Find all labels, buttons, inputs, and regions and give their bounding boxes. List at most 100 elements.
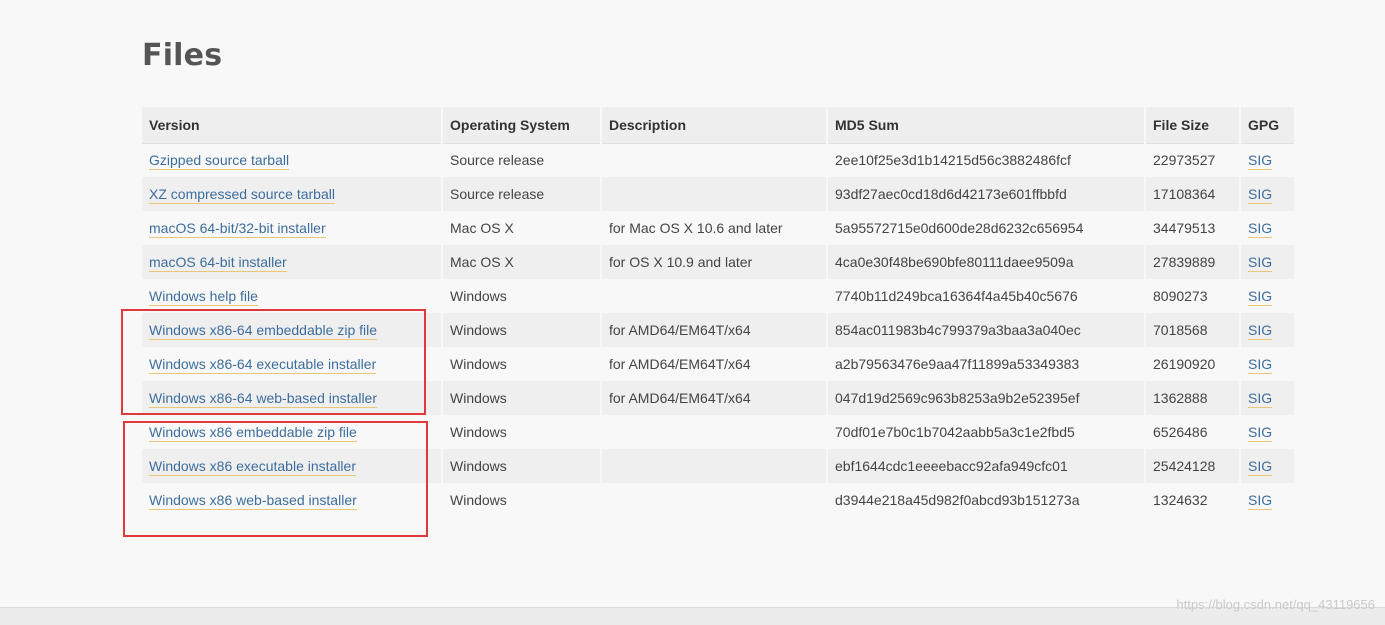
md5-sum-cell: 93df27aec0cd18d6d42173e601ffbbfd — [826, 177, 1145, 211]
table-row: Windows x86 executable installer Windows e… — [142, 449, 1294, 483]
watermark-text: https://blog.csdn.net/qq_43119656 — [1176, 597, 1375, 612]
gpg-cell: SIG — [1239, 279, 1294, 313]
md5-sum-cell: 70df01e7b0c1b7042aabb5a3c1e2fbd5 — [826, 415, 1145, 449]
description-cell: for OS X 10.9 and later — [600, 245, 827, 279]
version-cell: Windows x86 embeddable zip file — [142, 415, 442, 449]
table-row: Windows x86-64 embeddable zip file Window… — [142, 313, 1294, 347]
description-cell — [600, 143, 827, 177]
md5-sum-cell: 5a95572715e0d600de28d6232c656954 — [826, 211, 1145, 245]
gpg-sig-link[interactable]: SIG — [1248, 458, 1273, 476]
table-row: Windows x86 embeddable zip file Windows 70… — [142, 415, 1294, 449]
version-link[interactable]: Windows x86 embeddable zip file — [149, 424, 357, 442]
md5-sum-cell: a2b79563476e9aa47f11899a53349383 — [826, 347, 1145, 381]
file-size-cell: 26190920 — [1144, 347, 1240, 381]
version-link[interactable]: XZ compressed source tarball — [149, 186, 335, 204]
description-cell — [600, 415, 827, 449]
gpg-cell: SIG — [1239, 211, 1294, 245]
file-size-cell: 22973527 — [1144, 143, 1240, 177]
operating-system-cell: Source release — [441, 143, 601, 177]
file-size-cell: 6526486 — [1144, 415, 1240, 449]
file-size-cell: 27839889 — [1144, 245, 1240, 279]
table-row: macOS 64-bit/32-bit installer Mac OS Xfor… — [142, 211, 1294, 245]
table-row: Windows help file Windows 7740b11d249bca16… — [142, 279, 1294, 313]
version-cell: macOS 64-bit/32-bit installer — [142, 211, 442, 245]
gpg-sig-link[interactable]: SIG — [1248, 186, 1273, 204]
file-size-cell: 25424128 — [1144, 449, 1240, 483]
version-cell: Windows x86 executable installer — [142, 449, 442, 483]
table-row: XZ compressed source tarball Source relea… — [142, 177, 1294, 211]
gpg-cell: SIG — [1239, 449, 1294, 483]
operating-system-cell: Mac OS X — [441, 245, 601, 279]
operating-system-cell: Windows — [441, 381, 601, 415]
table-row: Windows x86 web-based installer Windows d3… — [142, 483, 1294, 517]
description-cell — [600, 449, 827, 483]
gpg-cell: SIG — [1239, 415, 1294, 449]
column-header-file-size: File Size — [1144, 107, 1240, 144]
gpg-sig-link[interactable]: SIG — [1248, 152, 1273, 171]
version-link[interactable]: macOS 64-bit installer — [149, 254, 287, 272]
files-table-body: Gzipped source tarball Source release 2ee1… — [142, 143, 1294, 517]
version-cell: Windows x86-64 embeddable zip file — [142, 313, 442, 347]
operating-system-cell: Source release — [441, 177, 601, 211]
version-cell: Windows x86-64 executable installer — [142, 347, 442, 381]
gpg-sig-link[interactable]: SIG — [1248, 322, 1273, 340]
table-row: Gzipped source tarball Source release 2ee1… — [142, 143, 1294, 177]
version-link[interactable]: Windows x86 executable installer — [149, 458, 356, 476]
operating-system-cell: Windows — [441, 313, 601, 347]
gpg-cell: SIG — [1239, 313, 1294, 347]
version-cell: Windows x86-64 web-based installer — [142, 381, 442, 415]
description-cell: for AMD64/EM64T/x64 — [600, 347, 827, 381]
version-link[interactable]: Windows x86-64 web-based installer — [149, 390, 377, 408]
gpg-sig-link[interactable]: SIG — [1248, 254, 1273, 272]
version-cell: Gzipped source tarball — [142, 143, 442, 177]
page-title: Files — [142, 38, 223, 73]
md5-sum-cell: 7740b11d249bca16364f4a45b40c5676 — [826, 279, 1145, 313]
description-cell: for AMD64/EM64T/x64 — [600, 381, 827, 415]
file-size-cell: 17108364 — [1144, 177, 1240, 211]
description-cell: for Mac OS X 10.6 and later — [600, 211, 827, 245]
operating-system-cell: Windows — [441, 483, 601, 517]
gpg-sig-link[interactable]: SIG — [1248, 390, 1273, 408]
operating-system-cell: Windows — [441, 449, 601, 483]
column-header-operating-system: Operating System — [441, 107, 601, 144]
md5-sum-cell: d3944e218a45d982f0abcd93b151273a — [826, 483, 1145, 517]
column-header-md5-sum: MD5 Sum — [826, 107, 1145, 144]
version-link[interactable]: Gzipped source tarball — [149, 152, 290, 171]
version-link[interactable]: Windows x86-64 embeddable zip file — [149, 322, 378, 340]
version-link[interactable]: macOS 64-bit/32-bit installer — [149, 220, 326, 238]
description-cell — [600, 279, 827, 313]
version-link[interactable]: Windows help file — [149, 288, 258, 306]
gpg-cell: SIG — [1239, 245, 1294, 279]
gpg-cell: SIG — [1239, 177, 1294, 211]
column-header-version: Version — [142, 107, 442, 144]
table-header-row: Version Operating System Description MD5… — [142, 107, 1294, 144]
gpg-sig-link[interactable]: SIG — [1248, 492, 1273, 510]
column-header-gpg: GPG — [1239, 107, 1294, 144]
file-size-cell: 1324632 — [1144, 483, 1240, 517]
version-link[interactable]: Windows x86-64 executable installer — [149, 356, 377, 374]
gpg-sig-link[interactable]: SIG — [1248, 288, 1273, 306]
gpg-cell: SIG — [1239, 143, 1294, 177]
version-cell: Windows help file — [142, 279, 442, 313]
md5-sum-cell: 4ca0e30f48be690bfe80111daee9509a — [826, 245, 1145, 279]
table-row: Windows x86-64 web-based installer Window… — [142, 381, 1294, 415]
description-cell — [600, 483, 827, 517]
gpg-sig-link[interactable]: SIG — [1248, 356, 1273, 374]
file-size-cell: 7018568 — [1144, 313, 1240, 347]
version-cell: Windows x86 web-based installer — [142, 483, 442, 517]
column-header-description: Description — [600, 107, 827, 144]
version-cell: XZ compressed source tarball — [142, 177, 442, 211]
gpg-sig-link[interactable]: SIG — [1248, 220, 1273, 238]
gpg-cell: SIG — [1239, 381, 1294, 415]
operating-system-cell: Mac OS X — [441, 211, 601, 245]
table-row: macOS 64-bit installer Mac OS Xfor OS X 1… — [142, 245, 1294, 279]
description-cell: for AMD64/EM64T/x64 — [600, 313, 827, 347]
files-table: Version Operating System Description MD5… — [142, 107, 1294, 517]
gpg-sig-link[interactable]: SIG — [1248, 424, 1273, 442]
md5-sum-cell: 2ee10f25e3d1b14215d56c3882486fcf — [826, 143, 1145, 177]
file-size-cell: 8090273 — [1144, 279, 1240, 313]
version-link[interactable]: Windows x86 web-based installer — [149, 492, 357, 510]
md5-sum-cell: 854ac011983b4c799379a3baa3a040ec — [826, 313, 1145, 347]
operating-system-cell: Windows — [441, 347, 601, 381]
version-cell: macOS 64-bit installer — [142, 245, 442, 279]
